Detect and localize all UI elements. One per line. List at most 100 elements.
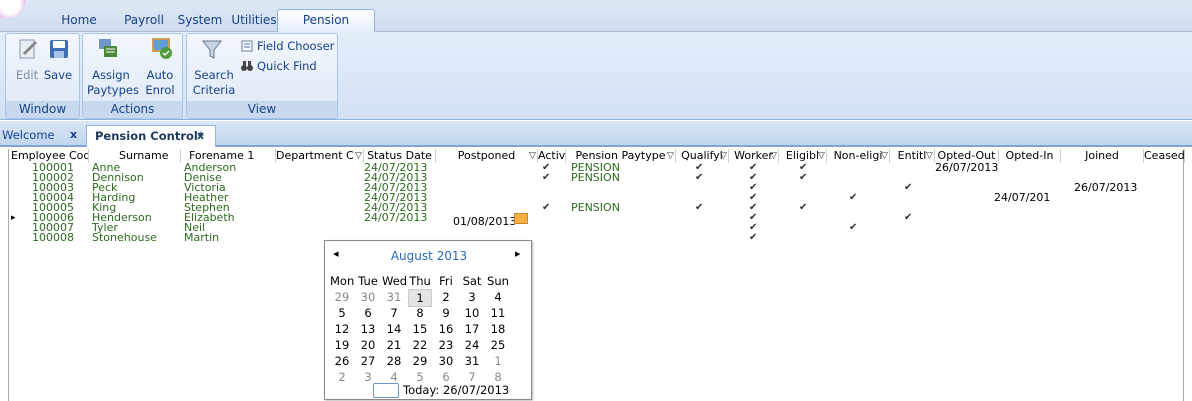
view-group: Search Criteria Field Chooser Quick Find … — [186, 33, 338, 119]
worker-check-icon[interactable]: ✔ — [749, 232, 757, 244]
filter-icon[interactable]: ▽ — [529, 149, 536, 163]
calendar-day[interactable]: 5 — [330, 305, 354, 321]
filter-icon[interactable]: ▽ — [355, 149, 362, 163]
search-criteria-button[interactable]: Search Criteria — [189, 68, 239, 98]
column-header[interactable]: Joined — [1061, 149, 1144, 163]
weekday-label: Mon — [330, 274, 355, 288]
column-header[interactable]: Activ — [538, 149, 566, 163]
next-month-icon[interactable]: ▸ — [515, 247, 521, 260]
opted-in-cell[interactable]: 24/07/201 — [994, 192, 1050, 204]
calendar-day[interactable]: 3 — [460, 289, 484, 305]
joined-cell[interactable]: 26/07/2013 — [1074, 182, 1137, 194]
field-chooser-button[interactable]: Field Chooser — [257, 39, 337, 54]
calendar-month-title[interactable]: August 2013 — [325, 249, 533, 263]
calendar-day[interactable]: 14 — [382, 321, 406, 337]
filter-icon[interactable]: ▽ — [926, 149, 933, 163]
column-header[interactable]: Department C — [276, 149, 364, 163]
calendar-day[interactable]: 25 — [486, 337, 510, 353]
eligible-check-icon[interactable]: ✔ — [799, 202, 807, 214]
column-header[interactable]: Postponed — [436, 149, 538, 163]
auto-enrol-button[interactable]: Auto Enrol — [141, 68, 179, 98]
noneligible-check-icon[interactable]: ✔ — [849, 222, 857, 234]
paytype-cell[interactable]: PENSION — [571, 202, 620, 214]
calendar-day[interactable]: 8 — [408, 305, 432, 321]
calendar-day[interactable]: 9 — [434, 305, 458, 321]
calendar-day[interactable]: 7 — [382, 305, 406, 321]
active-check-icon[interactable]: ✔ — [542, 172, 550, 184]
code-cell[interactable]: 100008 — [32, 232, 74, 244]
entitled-check-icon[interactable]: ✔ — [904, 182, 912, 194]
calendar-day[interactable]: 30 — [434, 353, 458, 369]
table-row[interactable]: 100008 Stonehouse Martin ✔ — [9, 232, 1185, 244]
entitled-check-icon[interactable]: ✔ — [904, 212, 912, 224]
calendar-day[interactable]: 28 — [382, 353, 406, 369]
calendar-day[interactable]: 6 — [356, 305, 380, 321]
save-button[interactable]: Save — [42, 68, 74, 83]
calendar-day[interactable]: 15 — [408, 321, 432, 337]
date-picker-popup: ◂ August 2013 ▸ Mon Tue Wed Thu Fri Sat Sun 29 3… — [324, 240, 532, 400]
paytype-cell[interactable]: PENSION — [571, 172, 620, 184]
filter-icon[interactable]: ▽ — [818, 149, 825, 163]
filter-icon[interactable]: ▽ — [770, 149, 777, 163]
calendar-day[interactable]: 23 — [434, 337, 458, 353]
calendar-day[interactable]: 31 — [382, 289, 406, 305]
today-marker-icon — [373, 383, 399, 398]
weekday-label: Sun — [487, 274, 509, 288]
tab-system[interactable]: System — [174, 10, 226, 31]
tab-home[interactable]: Home — [55, 10, 103, 31]
calendar-day[interactable]: 29 — [408, 353, 432, 369]
doc-tab-pension-control[interactable]: Pension Control* x — [86, 125, 216, 147]
close-icon[interactable]: x — [197, 126, 204, 146]
window-group: Edit Save Window — [5, 33, 80, 119]
calendar-day[interactable]: 27 — [356, 353, 380, 369]
calendar-day[interactable]: 18 — [486, 321, 510, 337]
calendar-day[interactable]: 24 — [460, 337, 484, 353]
filter-icon[interactable]: ▽ — [881, 149, 888, 163]
opted-out-cell[interactable]: 26/07/2013 — [935, 162, 998, 174]
tab-payroll[interactable]: Payroll — [118, 10, 170, 31]
close-icon[interactable]: x — [70, 125, 77, 145]
filter-icon[interactable]: ▽ — [720, 149, 727, 163]
assign-paytypes-button[interactable]: Assign Paytypes — [87, 68, 139, 98]
forename-cell[interactable]: Martin — [184, 232, 219, 244]
calendar-day[interactable]: 26 — [330, 353, 354, 369]
calendar-day[interactable]: 17 — [460, 321, 484, 337]
filter-icon[interactable]: ▽ — [667, 149, 674, 163]
calendar-day[interactable]: 1 — [486, 353, 510, 369]
weekday-label: Sat — [462, 274, 482, 288]
assign-paytypes-icon — [99, 39, 117, 57]
calendar-day[interactable]: 2 — [434, 289, 458, 305]
active-check-icon[interactable]: ✔ — [542, 202, 550, 214]
calendar-day[interactable]: 11 — [486, 305, 510, 321]
calendar-day[interactable]: 12 — [330, 321, 354, 337]
eligible-check-icon[interactable]: ✔ — [799, 172, 807, 184]
tab-utilities[interactable]: Utilities — [230, 10, 278, 31]
calendar-day[interactable]: 30 — [356, 289, 380, 305]
doc-tab-welcome[interactable]: Welcome x — [0, 125, 84, 147]
calendar-day[interactable]: 22 — [408, 337, 432, 353]
status-date-cell[interactable]: 24/07/2013 — [364, 212, 427, 224]
ribbon: Edit Save Window Assign Paytypes Auto Enro… — [0, 32, 1192, 120]
calendar-day[interactable]: 20 — [356, 337, 380, 353]
qualifying-check-icon[interactable]: ✔ — [695, 202, 703, 214]
column-header[interactable]: Ceased — [1144, 149, 1185, 163]
app-orb-icon[interactable] — [0, 0, 26, 18]
calendar-day[interactable]: 2 — [330, 369, 354, 385]
noneligible-check-icon[interactable]: ✔ — [849, 192, 857, 204]
calendar-day[interactable]: 16 — [434, 321, 458, 337]
qualifying-check-icon[interactable]: ✔ — [695, 172, 703, 184]
calendar-dropdown-icon[interactable] — [514, 213, 528, 224]
calendar-day[interactable]: 13 — [356, 321, 380, 337]
calendar-day[interactable]: 4 — [486, 289, 510, 305]
tab-pension-control[interactable]: Pension Control* — [277, 9, 375, 48]
calendar-day[interactable]: 10 — [460, 305, 484, 321]
calendar-day[interactable]: 21 — [382, 337, 406, 353]
surname-cell[interactable]: Stonehouse — [92, 232, 157, 244]
calendar-day[interactable]: 19 — [330, 337, 354, 353]
calendar-day[interactable]: 31 — [460, 353, 484, 369]
column-header[interactable]: Opted-In — [999, 149, 1061, 163]
edit-button[interactable]: Edit — [13, 68, 41, 83]
calendar-day[interactable]: 29 — [330, 289, 354, 305]
quick-find-button[interactable]: Quick Find — [257, 59, 327, 74]
today-button[interactable]: Today: 26/07/2013 — [403, 383, 509, 397]
